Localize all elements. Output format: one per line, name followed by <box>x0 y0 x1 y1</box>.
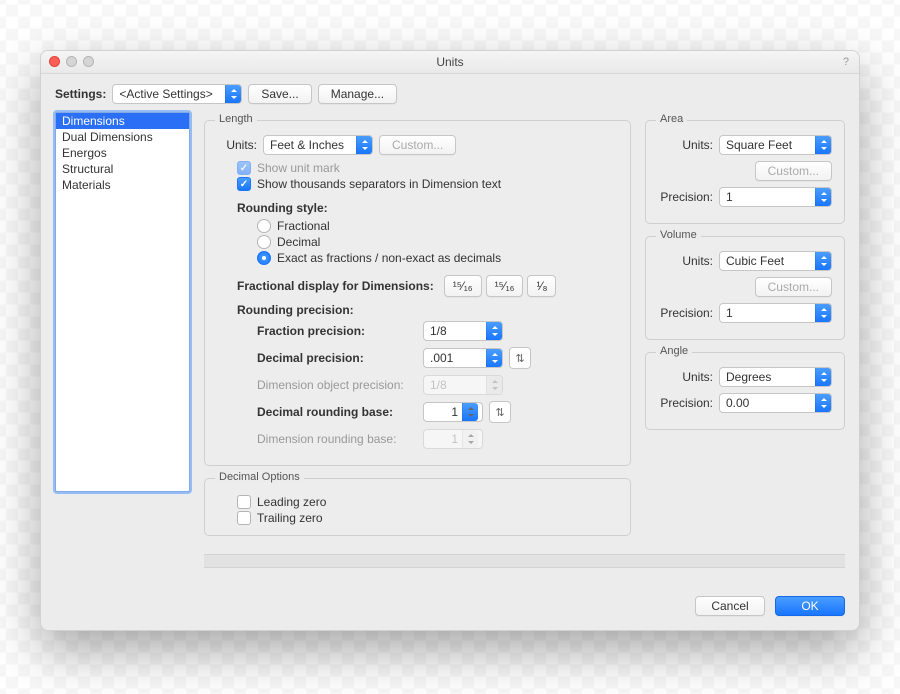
length-group: Length Units: Feet & Inches Custom... <box>204 120 631 466</box>
fraction-precision-label: Fraction precision: <box>257 324 417 338</box>
chevron-updown-icon <box>815 304 831 322</box>
category-listbox[interactable]: Dimensions Dual Dimensions Energos Struc… <box>55 112 190 492</box>
rounding-precision-label: Rounding precision: <box>237 303 618 317</box>
volume-units-select[interactable]: Cubic Feet <box>719 251 832 271</box>
chevron-updown-icon <box>815 136 831 154</box>
minimize-window-button[interactable] <box>66 56 77 67</box>
show-unit-mark-label: Show unit mark <box>257 161 340 175</box>
window-title: Units <box>436 55 463 69</box>
link-icon[interactable]: ⇅ <box>489 401 511 423</box>
frac-display-option-3[interactable]: ¹⁄₈ <box>527 275 556 297</box>
manage-button[interactable]: Manage... <box>318 84 397 104</box>
chevron-updown-icon <box>356 136 372 154</box>
cancel-button[interactable]: Cancel <box>695 596 765 616</box>
chevron-updown-icon <box>225 85 241 103</box>
stepper-icon <box>462 430 478 448</box>
angle-precision-label: Precision: <box>658 396 713 410</box>
frac-display-label: Fractional display for Dimensions: <box>237 279 434 293</box>
titlebar: Units ? <box>41 51 859 74</box>
area-units-label: Units: <box>658 138 713 152</box>
window-controls <box>49 56 94 67</box>
status-strip <box>204 554 845 568</box>
settings-label: Settings: <box>55 87 106 101</box>
length-units-select[interactable]: Feet & Inches <box>263 135 373 155</box>
leading-zero-label: Leading zero <box>257 495 326 509</box>
dialog-buttons: Cancel OK <box>41 586 859 630</box>
fraction-precision-select[interactable]: 1/8 <box>423 321 503 341</box>
dim-rounding-base-stepper: 1 <box>423 429 483 449</box>
angle-caption: Angle <box>656 345 692 357</box>
volume-precision-select[interactable]: 1 <box>719 303 832 323</box>
link-icon[interactable]: ⇅ <box>509 347 531 369</box>
decimal-options-caption: Decimal Options <box>215 471 304 483</box>
sidebar-item-dual-dimensions[interactable]: Dual Dimensions <box>56 129 189 145</box>
volume-precision-label: Precision: <box>658 306 713 320</box>
chevron-updown-icon <box>486 376 502 394</box>
dim-rounding-base-label: Dimension rounding base: <box>257 432 417 446</box>
volume-custom-button: Custom... <box>755 277 832 297</box>
thousands-separator-label: Show thousands separators in Dimension t… <box>257 177 501 191</box>
chevron-updown-icon <box>815 368 831 386</box>
sidebar-item-dimensions[interactable]: Dimensions <box>56 113 189 129</box>
chevron-updown-icon <box>486 322 502 340</box>
close-window-button[interactable] <box>49 56 60 67</box>
area-precision-select[interactable]: 1 <box>719 187 832 207</box>
volume-units-label: Units: <box>658 254 713 268</box>
sidebar-item-materials[interactable]: Materials <box>56 177 189 193</box>
chevron-updown-icon <box>815 188 831 206</box>
dim-obj-precision-label: Dimension object precision: <box>257 378 417 392</box>
length-units-label: Units: <box>217 138 257 152</box>
ok-button[interactable]: OK <box>775 596 845 616</box>
decimal-rounding-base-stepper[interactable]: 1 <box>423 402 483 422</box>
volume-group: Volume Units: Cubic Feet Custom... <box>645 236 845 340</box>
decimal-precision-label: Decimal precision: <box>257 351 417 365</box>
area-precision-label: Precision: <box>658 190 713 204</box>
angle-precision-select[interactable]: 0.00 <box>719 393 832 413</box>
angle-group: Angle Units: Degrees Precision: <box>645 352 845 430</box>
chevron-updown-icon <box>815 394 831 412</box>
decimal-precision-select[interactable]: .001 <box>423 348 503 368</box>
length-custom-button: Custom... <box>379 135 456 155</box>
rounding-style-label: Rounding style: <box>237 201 618 215</box>
area-group: Area Units: Square Feet Custom... <box>645 120 845 224</box>
save-button[interactable]: Save... <box>248 84 311 104</box>
show-unit-mark-checkbox <box>237 161 251 175</box>
angle-units-label: Units: <box>658 370 713 384</box>
rounding-decimal-radio[interactable]: Decimal <box>257 235 618 249</box>
area-custom-button: Custom... <box>755 161 832 181</box>
frac-display-option-1[interactable]: ¹⁵⁄₁₆ <box>444 275 482 297</box>
area-caption: Area <box>656 113 687 125</box>
units-dialog: Units ? Settings: <Active Settings> Save… <box>40 50 860 631</box>
leading-zero-checkbox[interactable] <box>237 495 251 509</box>
rounding-fractional-radio[interactable]: Fractional <box>257 219 618 233</box>
sidebar-item-structural[interactable]: Structural <box>56 161 189 177</box>
zoom-window-button[interactable] <box>83 56 94 67</box>
trailing-zero-checkbox[interactable] <box>237 511 251 525</box>
decimal-rounding-base-label: Decimal rounding base: <box>257 405 417 419</box>
help-icon[interactable]: ? <box>843 56 849 68</box>
area-units-select[interactable]: Square Feet <box>719 135 832 155</box>
chevron-updown-icon <box>815 252 831 270</box>
angle-units-select[interactable]: Degrees <box>719 367 832 387</box>
rounding-exact-radio[interactable]: Exact as fractions / non-exact as decima… <box>257 251 618 265</box>
chevron-updown-icon <box>486 349 502 367</box>
volume-caption: Volume <box>656 229 701 241</box>
settings-value: <Active Settings> <box>119 87 212 101</box>
stepper-icon <box>462 403 478 421</box>
frac-display-option-2[interactable]: ¹⁵⁄₁₆ <box>486 275 524 297</box>
settings-select[interactable]: <Active Settings> <box>112 84 242 104</box>
dim-obj-precision-select: 1/8 <box>423 375 503 395</box>
length-caption: Length <box>215 113 257 125</box>
thousands-separator-checkbox[interactable] <box>237 177 251 191</box>
sidebar-item-energos[interactable]: Energos <box>56 145 189 161</box>
decimal-options-group: Decimal Options Leading zero Trailing ze… <box>204 478 631 536</box>
trailing-zero-label: Trailing zero <box>257 511 323 525</box>
